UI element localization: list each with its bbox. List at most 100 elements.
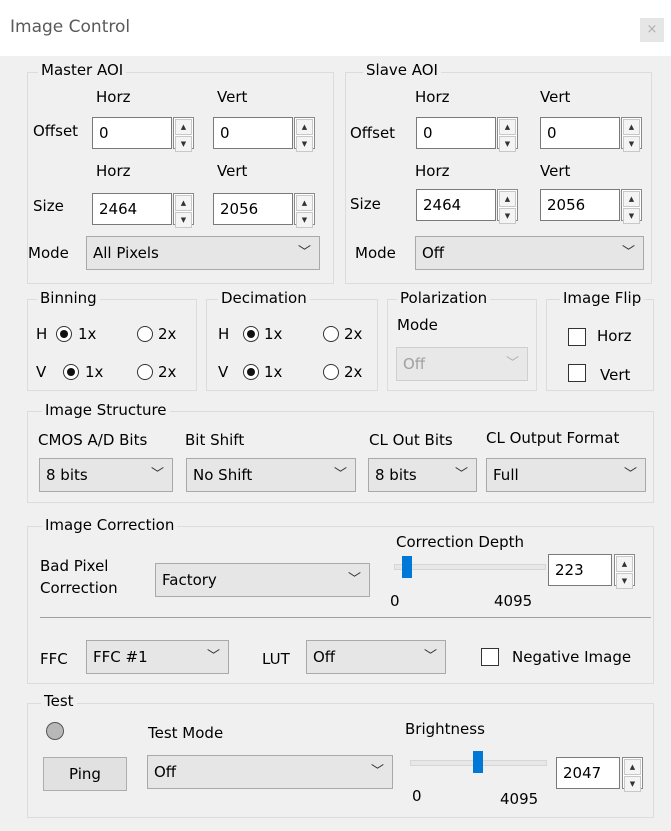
decimation-v-label: V xyxy=(218,363,229,381)
master-size-horz-spin-icon[interactable]: ▲ ▼ xyxy=(173,193,194,228)
slave-offset-label: Offset xyxy=(350,124,396,142)
master-size-horz-input[interactable]: 2464 xyxy=(92,193,172,225)
master-offset-horz-input[interactable]: 0 xyxy=(92,117,172,149)
correction-depth-max: 4095 xyxy=(494,592,533,610)
close-icon[interactable]: × xyxy=(640,18,664,42)
image-flip-vert-label: Vert xyxy=(600,366,631,384)
polarization-group-label: Polarization xyxy=(397,289,491,307)
chevron-down-icon: ﹀ xyxy=(621,245,635,260)
slave-horz-header: Horz xyxy=(415,88,450,106)
decimation-v-2x-radio[interactable] xyxy=(323,364,339,380)
decimation-v-1x-radio[interactable] xyxy=(243,364,259,380)
correction-depth-label: Correction Depth xyxy=(396,533,525,551)
cl-output-format-value: Full xyxy=(493,466,519,484)
slave-offset-horz-input[interactable]: 0 xyxy=(416,117,496,149)
master-size-label: Size xyxy=(33,197,64,215)
binning-v-2x-label: 2x xyxy=(158,363,177,381)
bit-shift-select[interactable]: No Shift ﹀ xyxy=(186,458,356,492)
bad-pixel-correction-select[interactable]: Factory ﹀ xyxy=(155,563,370,597)
slave-mode-value: Off xyxy=(422,244,445,262)
chevron-down-icon: ﹀ xyxy=(454,467,468,482)
decimation-h-2x-label: 2x xyxy=(344,325,363,343)
slave-size-label: Size xyxy=(350,195,381,213)
bad-pixel-correction-value: Factory xyxy=(162,571,217,589)
image-flip-horz-checkbox[interactable] xyxy=(568,328,586,346)
slave-aoi-group-label: Slave AOI xyxy=(363,61,441,79)
binning-v-2x-radio[interactable] xyxy=(137,364,153,380)
lut-value: Off xyxy=(313,648,336,666)
correction-depth-spin-icon[interactable]: ▲ ▼ xyxy=(614,554,635,589)
status-led-icon xyxy=(46,722,64,740)
master-mode-value: All Pixels xyxy=(93,244,159,262)
test-mode-label: Test Mode xyxy=(148,724,224,742)
master-size-vert-spin-icon[interactable]: ▲ ▼ xyxy=(294,193,315,228)
lut-select[interactable]: Off ﹀ xyxy=(306,640,446,674)
chevron-down-icon: ﹀ xyxy=(347,572,361,587)
slave-mode-select[interactable]: Off ﹀ xyxy=(415,236,644,270)
brightness-spin-icon[interactable]: ▲ ▼ xyxy=(622,757,643,792)
cmos-ad-bits-select[interactable]: 8 bits ﹀ xyxy=(39,458,173,492)
slave-size-vert-input[interactable]: 2056 xyxy=(540,189,620,221)
negative-image-label: Negative Image xyxy=(512,648,632,666)
polarization-mode-select[interactable]: Off ﹀ xyxy=(396,347,528,381)
negative-image-checkbox[interactable] xyxy=(481,648,499,666)
window-title: Image Control xyxy=(10,17,131,37)
master-offset-vert-spin-icon[interactable]: ▲ ▼ xyxy=(294,117,315,152)
decimation-h-2x-radio[interactable] xyxy=(323,326,339,342)
slave-offset-horz-spin-icon[interactable]: ▲ ▼ xyxy=(497,117,518,152)
slave-offset-vert-spin-icon[interactable]: ▲ ▼ xyxy=(621,117,642,152)
brightness-input[interactable]: 2047 xyxy=(556,757,620,789)
chevron-down-icon: ﹀ xyxy=(370,764,384,779)
slave-size-vert-spin-icon[interactable]: ▲ ▼ xyxy=(621,189,642,224)
chevron-down-icon: ﹀ xyxy=(623,467,637,482)
master-horz-header-2: Horz xyxy=(96,162,131,180)
correction-depth-min: 0 xyxy=(390,592,400,610)
correction-depth-input[interactable]: 223 xyxy=(548,554,612,586)
decimation-h-1x-radio[interactable] xyxy=(243,326,259,342)
brightness-max: 4095 xyxy=(500,790,539,808)
correction-depth-slider-track[interactable] xyxy=(394,564,546,570)
slave-mode-label: Mode xyxy=(355,244,396,262)
slave-vert-header-2: Vert xyxy=(540,162,571,180)
master-mode-select[interactable]: All Pixels ﹀ xyxy=(86,236,320,270)
master-offset-vert-input[interactable]: 0 xyxy=(213,117,293,149)
slave-size-horz-input[interactable]: 2464 xyxy=(416,189,496,221)
cmos-ad-bits-value: 8 bits xyxy=(46,466,88,484)
brightness-slider-thumb[interactable] xyxy=(472,751,483,773)
ping-button[interactable]: Ping xyxy=(43,757,127,791)
image-flip-group-label: Image Flip xyxy=(560,289,645,307)
chevron-down-icon: ﹀ xyxy=(206,649,220,664)
image-flip-vert-checkbox[interactable] xyxy=(568,364,586,382)
cl-out-bits-select[interactable]: 8 bits ﹀ xyxy=(368,458,477,492)
cl-output-format-label: CL Output Format xyxy=(486,429,620,447)
ffc-select[interactable]: FFC #1 ﹀ xyxy=(86,640,229,674)
chevron-down-icon: ﹀ xyxy=(505,356,519,371)
polarization-mode-value: Off xyxy=(403,355,426,373)
bad-pixel-label-line2: Correction xyxy=(40,579,118,597)
slave-offset-vert-input[interactable]: 0 xyxy=(540,117,620,149)
master-size-vert-input[interactable]: 2056 xyxy=(213,193,293,225)
slave-size-horz-spin-icon[interactable]: ▲ ▼ xyxy=(497,189,518,224)
binning-v-1x-radio[interactable] xyxy=(63,364,79,380)
decimation-h-label: H xyxy=(218,325,230,343)
brightness-label: Brightness xyxy=(405,720,485,738)
decimation-v-1x-label: 1x xyxy=(264,363,283,381)
chevron-down-icon: ﹀ xyxy=(150,467,164,482)
test-group-label: Test xyxy=(41,692,77,710)
cl-output-format-select[interactable]: Full ﹀ xyxy=(486,458,646,492)
image-correction-group-label: Image Correction xyxy=(42,516,178,534)
master-offset-horz-spin-icon[interactable]: ▲ ▼ xyxy=(173,117,194,152)
test-mode-select[interactable]: Off ﹀ xyxy=(147,755,393,789)
ffc-value: FFC #1 xyxy=(93,648,148,666)
decimation-h-1x-label: 1x xyxy=(264,325,283,343)
binning-h-1x-radio[interactable] xyxy=(56,326,72,342)
test-mode-value: Off xyxy=(154,763,177,781)
polarization-mode-label: Mode xyxy=(397,316,438,334)
binning-h-2x-radio[interactable] xyxy=(137,326,153,342)
binning-h-label: H xyxy=(36,325,48,343)
chevron-down-icon: ﹀ xyxy=(333,467,347,482)
master-mode-label: Mode xyxy=(28,244,69,262)
correction-depth-slider-thumb[interactable] xyxy=(401,556,412,578)
binning-v-label: V xyxy=(36,363,47,381)
binning-group-label: Binning xyxy=(37,289,100,307)
